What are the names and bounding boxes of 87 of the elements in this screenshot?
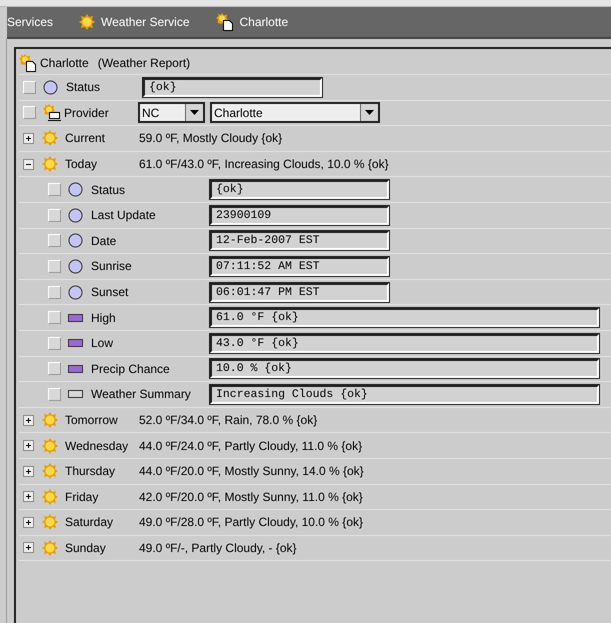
group-summary: 44.0 ºF/20.0 ºF, Mostly Sunny, 14.0 % {ok} — [139, 464, 364, 478]
sun-icon — [42, 463, 58, 480]
checkbox[interactable] — [48, 208, 61, 222]
value-field[interactable]: {ok} — [143, 78, 322, 97]
circle-icon — [68, 182, 83, 198]
slot-label: Sunset — [91, 285, 130, 300]
group-label[interactable]: Current — [65, 131, 139, 146]
breadcrumb-link[interactable]: Charlotte — [240, 15, 288, 29]
checkbox[interactable] — [23, 106, 36, 120]
expand-toggle[interactable] — [23, 491, 34, 502]
expand-toggle[interactable] — [23, 466, 34, 477]
checkbox[interactable] — [48, 311, 61, 324]
bar-icon — [68, 339, 83, 348]
value-field[interactable]: 23900109 — [210, 206, 390, 225]
sun-monitor-icon — [43, 104, 61, 122]
sun-icon — [42, 156, 58, 172]
report-title: Charlotte — [40, 56, 89, 70]
circle-icon — [68, 258, 83, 274]
checkbox[interactable] — [48, 388, 61, 401]
value-field[interactable]: Increasing Clouds {ok} — [210, 384, 599, 404]
circle-icon — [43, 80, 58, 95]
sun-icon — [42, 514, 58, 530]
caret-icon — [365, 110, 374, 116]
checkbox[interactable] — [48, 362, 61, 376]
slot-label: Status — [91, 182, 126, 197]
slot-label: Weather Summary — [91, 387, 192, 402]
sun-icon — [79, 14, 96, 30]
slot-label: Low — [91, 336, 114, 350]
sun-document-icon — [19, 54, 37, 72]
expand-toggle[interactable] — [23, 440, 34, 452]
checkbox[interactable] — [48, 336, 61, 350]
bar-icon — [68, 314, 83, 322]
slot-label: High — [91, 310, 117, 325]
value-field[interactable]: 07:11:52 AM EST — [210, 256, 390, 276]
sun-document-icon — [216, 13, 234, 31]
slot-label: Sunrise — [91, 259, 133, 274]
slot-label: Status — [66, 80, 102, 94]
slot-label: Date — [91, 234, 118, 248]
report-type: (Weather Report) — [98, 56, 190, 70]
checkbox[interactable] — [48, 234, 61, 248]
breadcrumb-link[interactable]: Services — [7, 15, 54, 29]
group-label[interactable]: Friday — [65, 490, 139, 504]
value-field[interactable]: 43.0 °F {ok} — [210, 334, 599, 353]
breadcrumb-link[interactable]: Weather Service — [101, 15, 190, 29]
collapse-toggle[interactable] — [23, 158, 34, 170]
expand-toggle[interactable] — [23, 132, 34, 144]
slot-label: Precip Chance — [91, 362, 171, 376]
checkbox[interactable] — [48, 260, 61, 273]
sun-icon — [42, 130, 58, 146]
caret-icon — [190, 110, 199, 116]
checkbox[interactable] — [48, 183, 61, 196]
group-label[interactable]: Today — [65, 157, 139, 172]
value-field[interactable]: 10.0 % {ok} — [210, 359, 599, 378]
bar-icon — [68, 364, 83, 373]
group-label[interactable]: Tomorrow — [65, 413, 139, 428]
slot-label: Last Update — [91, 208, 157, 222]
circle-icon — [68, 284, 83, 300]
group-label[interactable]: Wednesday — [65, 438, 139, 453]
sun-icon — [42, 412, 58, 428]
city-dropdown[interactable]: Charlotte — [210, 102, 380, 124]
group-summary: 52.0 ºF/34.0 ºF, Rain, 78.0 % {ok} — [139, 413, 318, 428]
group-summary: 44.0 ºF/24.0 ºF, Partly Cloudy, 11.0 % {ok} — [139, 438, 362, 453]
checkbox[interactable] — [23, 80, 36, 94]
group-summary: 61.0 ºF/43.0 ºF, Increasing Clouds, 10.0 % {ok} — [139, 157, 389, 172]
sun-icon — [42, 438, 58, 454]
state-dropdown[interactable]: NC — [138, 102, 205, 124]
group-label[interactable]: Saturday — [65, 515, 139, 530]
expand-toggle[interactable] — [23, 542, 34, 554]
value-field[interactable]: 61.0 °F {ok} — [210, 308, 599, 328]
group-summary: 49.0 ºF/28.0 ºF, Partly Cloudy, 10.0 % {ok} — [139, 515, 363, 530]
checkbox[interactable] — [48, 286, 61, 299]
circle-icon — [68, 233, 83, 248]
value-field[interactable]: 06:01:47 PM EST — [210, 282, 390, 302]
group-summary: 59.0 ºF, Mostly Cloudy {ok} — [139, 131, 282, 146]
sun-icon — [42, 540, 58, 556]
group-summary: 42.0 ºF/20.0 ºF, Mostly Sunny, 11.0 % {ok} — [139, 490, 363, 504]
expand-toggle[interactable] — [23, 516, 34, 528]
value-field[interactable]: {ok} — [210, 180, 390, 200]
group-label[interactable]: Thursday — [65, 464, 139, 478]
sun-icon — [42, 488, 58, 505]
group-label[interactable]: Sunday — [65, 540, 139, 555]
group-summary: 49.0 ºF/-, Partly Cloudy, - {ok} — [139, 540, 297, 555]
slot-label: Provider — [64, 106, 110, 120]
expand-toggle[interactable] — [23, 414, 34, 426]
bar-icon — [68, 390, 83, 398]
circle-icon — [68, 208, 83, 223]
value-field[interactable]: 12-Feb-2007 EST — [210, 231, 390, 250]
